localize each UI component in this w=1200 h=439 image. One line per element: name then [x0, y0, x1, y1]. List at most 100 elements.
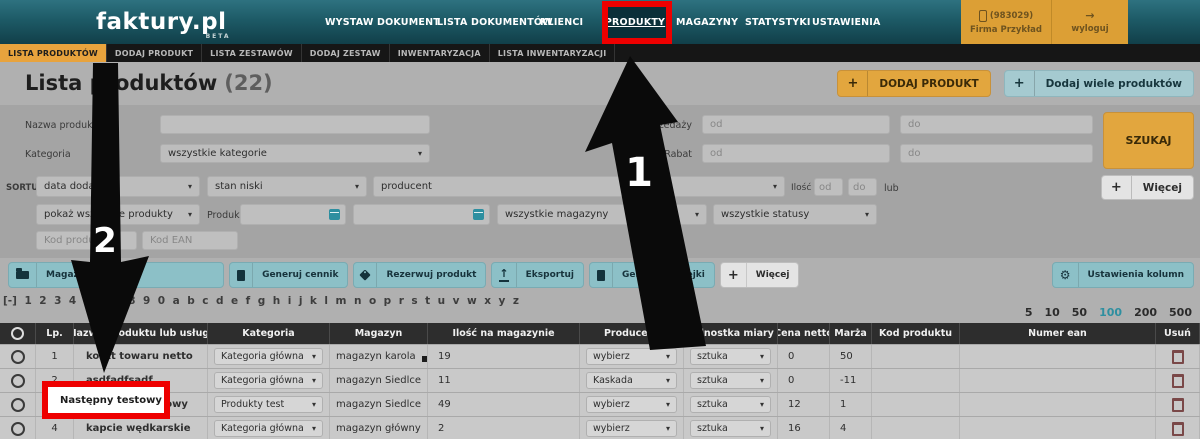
index-y[interactable]: y	[499, 295, 506, 307]
company-button[interactable]: (983029) Firma Przykład	[961, 0, 1051, 44]
index-s[interactable]: s	[411, 295, 417, 307]
index-p[interactable]: p	[384, 295, 392, 307]
product-code-input[interactable]	[36, 231, 137, 250]
category-select[interactable]: wszystkie kategorie▾	[160, 144, 430, 163]
quantity-to-input[interactable]	[848, 178, 877, 196]
tab-dodaj-produkt[interactable]: DODAJ PRODUKT	[107, 44, 202, 62]
delete-button[interactable]	[1172, 398, 1184, 412]
index-o[interactable]: o	[369, 295, 376, 307]
menu-item-wystaw-dokument[interactable]: WYSTAW DOKUMENT	[325, 0, 440, 44]
row-radio[interactable]	[11, 350, 25, 364]
index-5[interactable]: 5	[84, 295, 91, 307]
index-r[interactable]: r	[399, 295, 404, 307]
search-button[interactable]: SZUKAJ	[1103, 112, 1194, 169]
index-[interactable]: [-]	[3, 295, 17, 307]
index-t[interactable]: t	[425, 295, 430, 307]
rabat-to-input[interactable]	[900, 144, 1093, 163]
product-name-input[interactable]	[160, 115, 430, 134]
index-d[interactable]: d	[216, 295, 224, 307]
index-6[interactable]: 6	[99, 295, 106, 307]
producer-cell-select[interactable]: wybierz▾	[586, 420, 677, 437]
index-2[interactable]: 2	[39, 295, 46, 307]
index-j[interactable]: j	[299, 295, 303, 307]
menu-item-ustawienia[interactable]: USTAWIENIA	[812, 0, 881, 44]
sort-select-date-added[interactable]: data dodania▾	[36, 176, 200, 197]
production-date-to[interactable]	[353, 204, 490, 225]
index-k[interactable]: k	[310, 295, 317, 307]
delete-button[interactable]	[1172, 374, 1184, 388]
row-radio[interactable]	[11, 374, 25, 388]
producer-cell-select[interactable]: Kaskada▾	[586, 372, 677, 389]
menu-item-lista-dokument-w[interactable]: LISTA DOKUMENTÓW	[437, 0, 553, 44]
tab-lista-produkt-w[interactable]: LISTA PRODUKTÓW	[0, 44, 107, 62]
sale-price-to-input[interactable]	[900, 115, 1093, 134]
logo[interactable]: faktury.pl BETA	[96, 0, 227, 44]
index-i[interactable]: i	[288, 295, 292, 307]
ean-code-input[interactable]	[142, 231, 238, 250]
index-1[interactable]: 1	[24, 295, 31, 307]
production-date-to-input[interactable]	[353, 204, 490, 225]
index-b[interactable]: b	[187, 295, 195, 307]
index-n[interactable]: n	[354, 295, 361, 307]
index-u[interactable]: u	[438, 295, 445, 307]
page-size-500[interactable]: 500	[1169, 306, 1192, 319]
more-filters-button[interactable]: + Więcej	[1101, 175, 1194, 200]
index-h[interactable]: h	[273, 295, 280, 307]
delete-button[interactable]	[1172, 422, 1184, 436]
index-c[interactable]: c	[202, 295, 208, 307]
page-size-100[interactable]: 100	[1099, 306, 1122, 319]
add-product-button[interactable]: + DODAJ PRODUKT	[837, 70, 990, 97]
unit-cell-select[interactable]: sztuka▾	[690, 348, 771, 365]
show-all-select[interactable]: pokaż wszystkie produkty▾	[36, 204, 200, 225]
category-cell-select[interactable]: Kategoria główna▾	[214, 348, 323, 365]
select-all-circle[interactable]	[11, 327, 24, 340]
sale-price-from-input[interactable]	[702, 115, 890, 134]
index-7[interactable]: 7	[113, 295, 120, 307]
eksportuj-button[interactable]: ↑Eksportuj	[491, 262, 584, 288]
warehouse-select[interactable]: wszystkie magazyny▾	[497, 204, 707, 225]
index-x[interactable]: x	[484, 295, 491, 307]
generuj-cennik-button[interactable]: Generuj cennik	[229, 262, 348, 288]
generuj-naklejki-button[interactable]: Generuj naklejki	[589, 262, 715, 288]
index-0[interactable]: 0	[158, 295, 165, 307]
index-g[interactable]: g	[258, 295, 266, 307]
tab-lista-zestaw-w[interactable]: LISTA ZESTAWÓW	[202, 44, 302, 62]
sort-select-low-stock[interactable]: stan niski▾	[207, 176, 367, 197]
index-l[interactable]: l	[324, 295, 328, 307]
index-e[interactable]: e	[231, 295, 238, 307]
index-f[interactable]: f	[246, 295, 251, 307]
index-4[interactable]: 4	[69, 295, 76, 307]
delete-button[interactable]	[1172, 350, 1184, 364]
index-w[interactable]: w	[467, 295, 477, 307]
unit-cell-select[interactable]: sztuka▾	[690, 372, 771, 389]
menu-item-klienci[interactable]: KLIENCI	[540, 0, 583, 44]
index-8[interactable]: 8	[128, 295, 135, 307]
index-9[interactable]: 9	[143, 295, 150, 307]
page-size-50[interactable]: 50	[1072, 306, 1087, 319]
index-3[interactable]: 3	[54, 295, 61, 307]
add-many-products-button[interactable]: + Dodaj wiele produktów	[1004, 70, 1194, 97]
page-size-200[interactable]: 200	[1134, 306, 1157, 319]
wi-cej-button[interactable]: +Więcej	[720, 262, 800, 288]
page-size-10[interactable]: 10	[1044, 306, 1059, 319]
quantity-from-input[interactable]	[814, 178, 843, 196]
sort-select-producer[interactable]: producent▾	[373, 176, 785, 197]
index-a[interactable]: a	[173, 295, 180, 307]
tab-inwentaryzacja[interactable]: INWENTARYZACJA	[390, 44, 490, 62]
index-v[interactable]: v	[453, 295, 460, 307]
column-settings-button[interactable]: ⚙ Ustawienia kolumn	[1052, 262, 1194, 288]
category-cell-select[interactable]: Kategoria główna▾	[214, 372, 323, 389]
row-radio[interactable]	[11, 422, 25, 436]
producer-cell-select[interactable]: wybierz▾	[586, 348, 677, 365]
tab-lista-inwentaryzacji[interactable]: LISTA INWENTARYZACJI	[490, 44, 616, 62]
menu-item-statystyki[interactable]: STATYSTYKI	[745, 0, 811, 44]
menu-item-magazyny[interactable]: MAGAZYNY	[676, 0, 738, 44]
page-size-5[interactable]: 5	[1025, 306, 1033, 319]
row-radio[interactable]	[11, 398, 25, 412]
index-z[interactable]: z	[513, 295, 519, 307]
producer-cell-select[interactable]: wybierz▾	[586, 396, 677, 413]
printer-button[interactable]	[106, 262, 224, 288]
index-m[interactable]: m	[336, 295, 347, 307]
unit-cell-select[interactable]: sztuka▾	[690, 420, 771, 437]
category-cell-select[interactable]: Kategoria główna▾	[214, 420, 323, 437]
